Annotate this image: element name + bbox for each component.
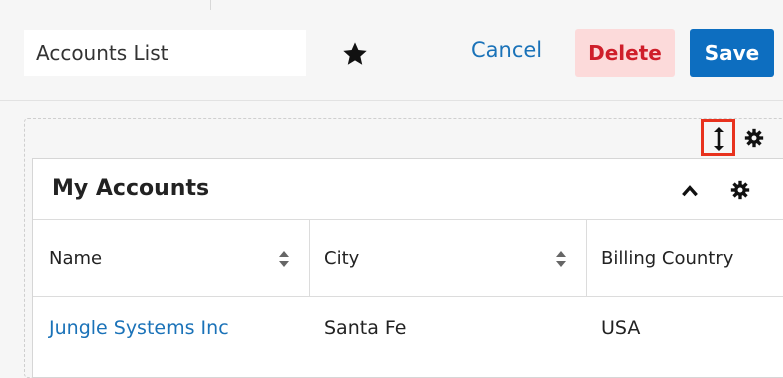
resize-handle[interactable] — [701, 119, 735, 156]
column-header-label: Name — [49, 247, 103, 269]
column-header-name[interactable]: Name — [33, 220, 310, 297]
sort-icon[interactable] — [278, 250, 290, 268]
sort-icon[interactable] — [555, 250, 567, 268]
save-button[interactable]: Save — [690, 29, 774, 77]
list-name-input[interactable] — [24, 30, 306, 76]
column-header-label: City — [324, 247, 360, 269]
gear-icon[interactable] — [730, 180, 750, 200]
chevron-up-icon[interactable] — [680, 181, 700, 201]
star-icon[interactable] — [341, 40, 369, 68]
dashlet-title: My Accounts — [52, 176, 210, 201]
dashlet: My Accounts Name City Billing Country Ju… — [32, 158, 783, 378]
gear-icon[interactable] — [744, 128, 764, 148]
divider — [210, 0, 211, 10]
account-name-link[interactable]: Jungle Systems Inc — [33, 297, 310, 359]
cancel-button[interactable]: Cancel — [471, 38, 542, 62]
column-header-city[interactable]: City — [310, 220, 587, 297]
table-cell-city: Santa Fe — [310, 297, 587, 359]
delete-button[interactable]: Delete — [575, 29, 675, 77]
column-header-label: Billing Country — [601, 247, 734, 269]
dashlet-header: My Accounts — [33, 159, 783, 220]
resize-vertical-icon — [714, 127, 724, 151]
table-cell: USA — [601, 317, 641, 339]
table-cell-billing-country: USA — [587, 297, 783, 359]
column-header-billing-country[interactable]: Billing Country — [587, 220, 783, 297]
delete-button-label: Delete — [588, 41, 662, 65]
table-cell: Jungle Systems Inc — [49, 317, 229, 339]
table-cell: Santa Fe — [324, 317, 407, 339]
save-button-label: Save — [704, 41, 760, 65]
record-header: Cancel Delete Save — [0, 0, 783, 101]
